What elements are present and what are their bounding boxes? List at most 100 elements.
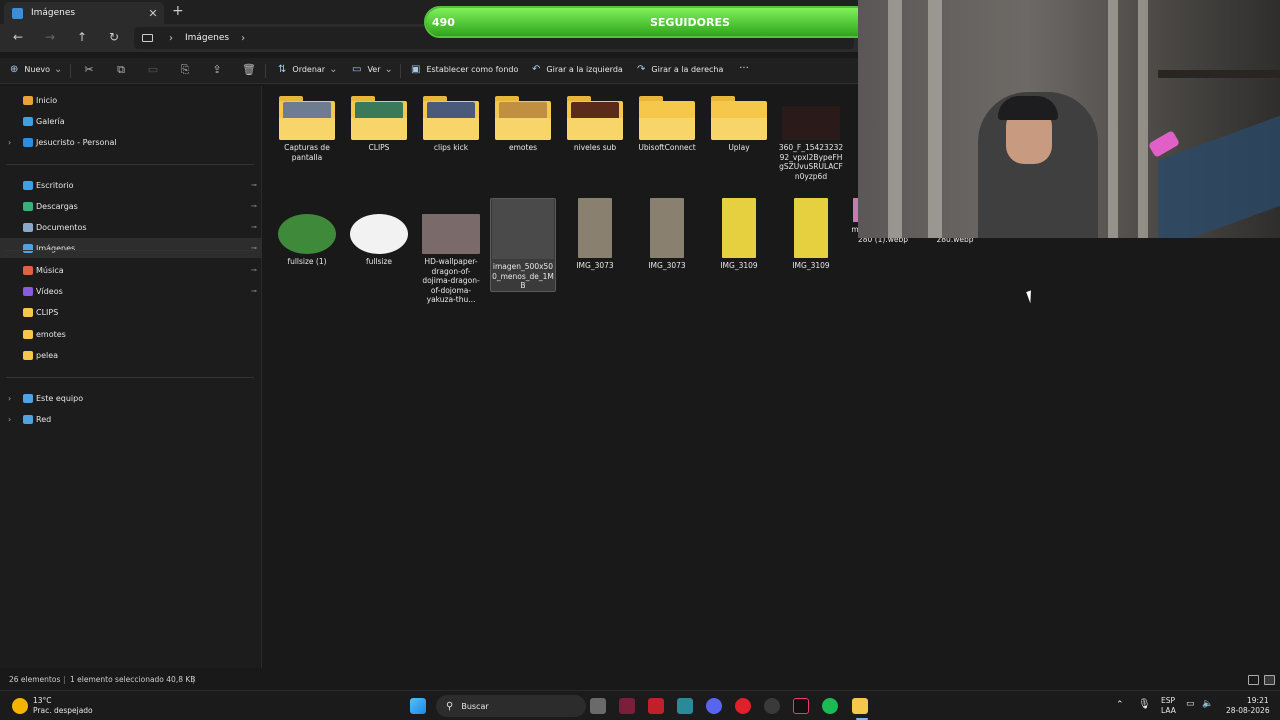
sidebar-item-documentos[interactable]: Documentos ⊸	[0, 217, 262, 237]
folder-item[interactable]: Capturas de pantalla	[274, 96, 340, 162]
sidebar-item-label: Red	[36, 414, 52, 424]
sidebar-item-descargas[interactable]: Descargas ⊸	[0, 196, 262, 216]
webcam-overlay	[858, 0, 1280, 238]
rotate-left-button[interactable]: ↶ Girar a la izquierda	[532, 64, 623, 75]
sidebar-item-jesucristo-personal[interactable]: › Jesucristo - Personal	[0, 132, 262, 152]
file-item[interactable]: 360_F_1542323292_vpxl2BypeFHgSZUvuSRULAC…	[778, 96, 844, 181]
sidebar-item-red[interactable]: › Red	[0, 409, 262, 429]
start-icon[interactable]	[410, 698, 426, 714]
microphone-icon[interactable]: 🎙	[1138, 699, 1151, 710]
tiktok-icon[interactable]	[793, 698, 809, 714]
netflix-icon[interactable]	[648, 698, 664, 714]
sidebar-item-inicio[interactable]: Inicio	[0, 90, 262, 110]
folder-item[interactable]: emotes	[490, 96, 556, 153]
task-view-icon[interactable]	[590, 698, 606, 714]
discord-icon[interactable]	[706, 698, 722, 714]
pictures-icon	[23, 243, 33, 253]
sidebar-item-música[interactable]: Música ⊸	[0, 260, 262, 280]
folder-item[interactable]: CLIPS	[346, 96, 412, 153]
file-item[interactable]: fullsize	[346, 198, 412, 267]
forward-icon[interactable]: →	[42, 30, 58, 44]
folder-icon	[423, 96, 479, 140]
delete-icon[interactable]: 🗑	[241, 63, 257, 76]
sidebar-item-vídeos[interactable]: Vídeos ⊸	[0, 281, 262, 301]
file-item[interactable]: IMG_3109	[706, 198, 772, 271]
opera-icon[interactable]	[735, 698, 751, 714]
folder-item[interactable]: Uplay	[706, 96, 772, 153]
clock-time[interactable]: 19:21	[1247, 696, 1269, 705]
store-icon[interactable]	[677, 698, 693, 714]
sidebar-item-label: Jesucristo - Personal	[36, 137, 117, 147]
github-icon[interactable]	[764, 698, 780, 714]
chevron-right-icon[interactable]: ›	[241, 33, 245, 44]
file-item[interactable]: fullsize (1)	[274, 198, 340, 267]
sidebar-item-imágenes[interactable]: Imágenes ⊸	[0, 238, 262, 258]
weather-icon[interactable]	[12, 698, 28, 714]
new-button[interactable]: ⊕ Nuevo ⌄	[10, 64, 68, 75]
weather-text[interactable]: Prac. despejado	[33, 706, 93, 715]
set-background-button[interactable]: ▣ Establecer como fondo	[411, 64, 518, 75]
folder-item[interactable]: UbisoftConnect	[634, 96, 700, 153]
file-item[interactable]: IMG_3109	[778, 198, 844, 271]
chevron-down-icon: ⌄	[329, 64, 338, 75]
copy-icon[interactable]: ⧉	[113, 63, 129, 77]
share-icon[interactable]: ⇪	[209, 63, 225, 76]
tiles-view-icon[interactable]	[1264, 675, 1275, 685]
divider	[6, 164, 254, 165]
app-icon[interactable]	[619, 698, 635, 714]
folder-icon	[711, 96, 767, 140]
more-options-icon[interactable]: ···	[736, 63, 752, 74]
refresh-icon[interactable]: ↻	[106, 30, 122, 44]
sidebar-item-pelea[interactable]: pelea	[0, 345, 262, 365]
folder-item[interactable]: clips kick	[418, 96, 484, 153]
chevron-right-icon[interactable]: ›	[8, 415, 11, 424]
folder-icon	[23, 307, 33, 317]
file-explorer-icon[interactable]	[852, 698, 868, 714]
sidebar-item-galería[interactable]: Galería	[0, 111, 262, 131]
file-item[interactable]: IMG_3073	[562, 198, 628, 271]
sort-button[interactable]: ⇅ Ordenar ⌄	[278, 64, 344, 75]
chevron-up-icon[interactable]: ⌃	[1116, 700, 1124, 710]
file-item[interactable]: imagen_500x500_menos_de_1MB	[490, 198, 556, 292]
chevron-right-icon[interactable]: ›	[8, 394, 11, 403]
file-item[interactable]: IMG_3073	[634, 198, 700, 271]
sidebar-item-escritorio[interactable]: Escritorio ⊸	[0, 175, 262, 195]
spotify-icon[interactable]	[822, 698, 838, 714]
language-code[interactable]: ESP	[1161, 696, 1175, 705]
cut-icon[interactable]: ✂	[81, 63, 97, 76]
music-icon	[23, 265, 33, 275]
temperature[interactable]: 13°C	[33, 696, 52, 705]
tab-label: Imágenes	[31, 8, 76, 18]
file-item[interactable]: HD-wallpaper-dragon-of-dojima-dragon-of-…	[418, 198, 484, 305]
chevron-right-icon[interactable]: ›	[8, 138, 11, 147]
network-icon[interactable]: ▭	[1186, 699, 1195, 709]
details-view-icon[interactable]	[1248, 675, 1259, 685]
file-name: 360_F_1542323292_vpxl2BypeFHgSZUvuSRULAC…	[778, 143, 844, 181]
sidebar-item-emotes[interactable]: emotes	[0, 324, 262, 344]
back-icon[interactable]: ←	[10, 30, 26, 44]
paste-icon[interactable]: ▭	[145, 63, 161, 76]
chevron-down-icon: ⌄	[384, 64, 393, 75]
sidebar-item-clips[interactable]: CLIPS	[0, 302, 262, 322]
volume-icon[interactable]: 🔈	[1202, 699, 1213, 709]
search-box[interactable]: ⚲ Buscar	[436, 695, 586, 717]
rotate-right-button[interactable]: ↷ Girar a la derecha	[637, 64, 723, 75]
desktop-icon	[23, 180, 33, 190]
sidebar-item-este-equipo[interactable]: › Este equipo	[0, 388, 262, 408]
tab-imagenes[interactable]: Imágenes ✕	[4, 2, 164, 24]
sort-icon: ⇅	[278, 64, 287, 75]
folder-item[interactable]: niveles sub	[562, 96, 628, 153]
sidebar-item-label: pelea	[36, 350, 59, 360]
image-thumbnail	[492, 199, 554, 259]
keyboard-layout[interactable]: LAA	[1161, 706, 1176, 715]
rename-icon[interactable]: ⎘	[177, 63, 193, 77]
close-icon[interactable]: ✕	[146, 7, 160, 20]
breadcrumb-imagenes[interactable]: Imágenes	[185, 33, 229, 43]
chevron-right-icon[interactable]: ›	[169, 33, 173, 44]
new-tab-button[interactable]: +	[172, 3, 184, 19]
view-button[interactable]: ▭ Ver ⌄	[352, 64, 399, 75]
sidebar-item-label: Documentos	[36, 222, 87, 232]
clock-date[interactable]: 28-08-2026	[1226, 706, 1270, 715]
up-icon[interactable]: ↑	[74, 30, 90, 44]
rotate-left-label: Girar a la izquierda	[546, 65, 623, 74]
